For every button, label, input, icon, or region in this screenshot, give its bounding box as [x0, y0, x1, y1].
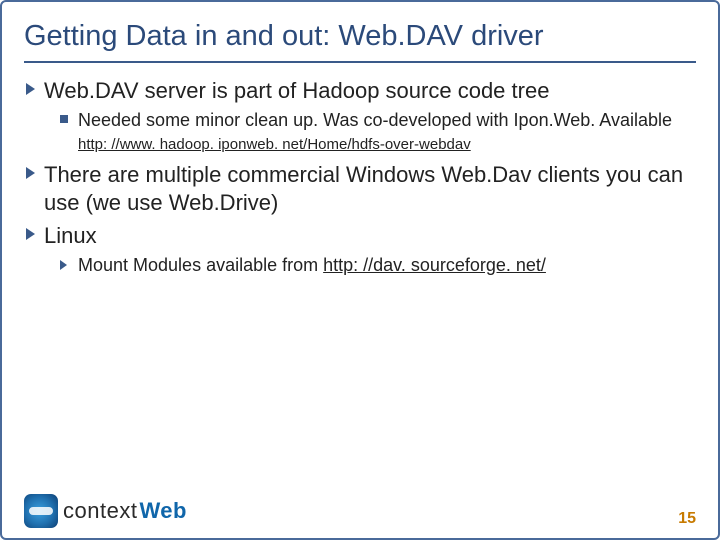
logo-text-context: context [63, 498, 137, 524]
subbullet-mount-text: Mount Modules available from [78, 255, 323, 275]
subbullet-mount-modules: Mount Modules available from http: //dav… [60, 254, 696, 277]
subbullet-cleanup: Needed some minor clean up. Was co-devel… [60, 109, 696, 156]
slide-title: Getting Data in and out: Web.DAV driver [24, 20, 696, 53]
bullet-linux: Linux [24, 222, 696, 250]
link-sourceforge[interactable]: http: //dav. sourceforge. net/ [323, 255, 546, 275]
slide-frame: Getting Data in and out: Web.DAV driver … [0, 0, 720, 540]
logo-text-web: Web [139, 498, 187, 524]
subbullet-cleanup-text: Needed some minor clean up. Was co-devel… [78, 110, 672, 130]
bullet-windows-clients: There are multiple commercial Windows We… [24, 161, 696, 216]
logo-icon [24, 494, 58, 528]
link-iponweb[interactable]: http: //www. hadoop. iponweb. net/Home/h… [78, 136, 471, 153]
slide-footer: contextWeb 15 [24, 494, 696, 528]
title-divider [24, 61, 696, 63]
page-number: 15 [678, 510, 696, 528]
logo-contextweb: contextWeb [24, 494, 187, 528]
bullet-webdav-server: Web.DAV server is part of Hadoop source … [24, 77, 696, 105]
